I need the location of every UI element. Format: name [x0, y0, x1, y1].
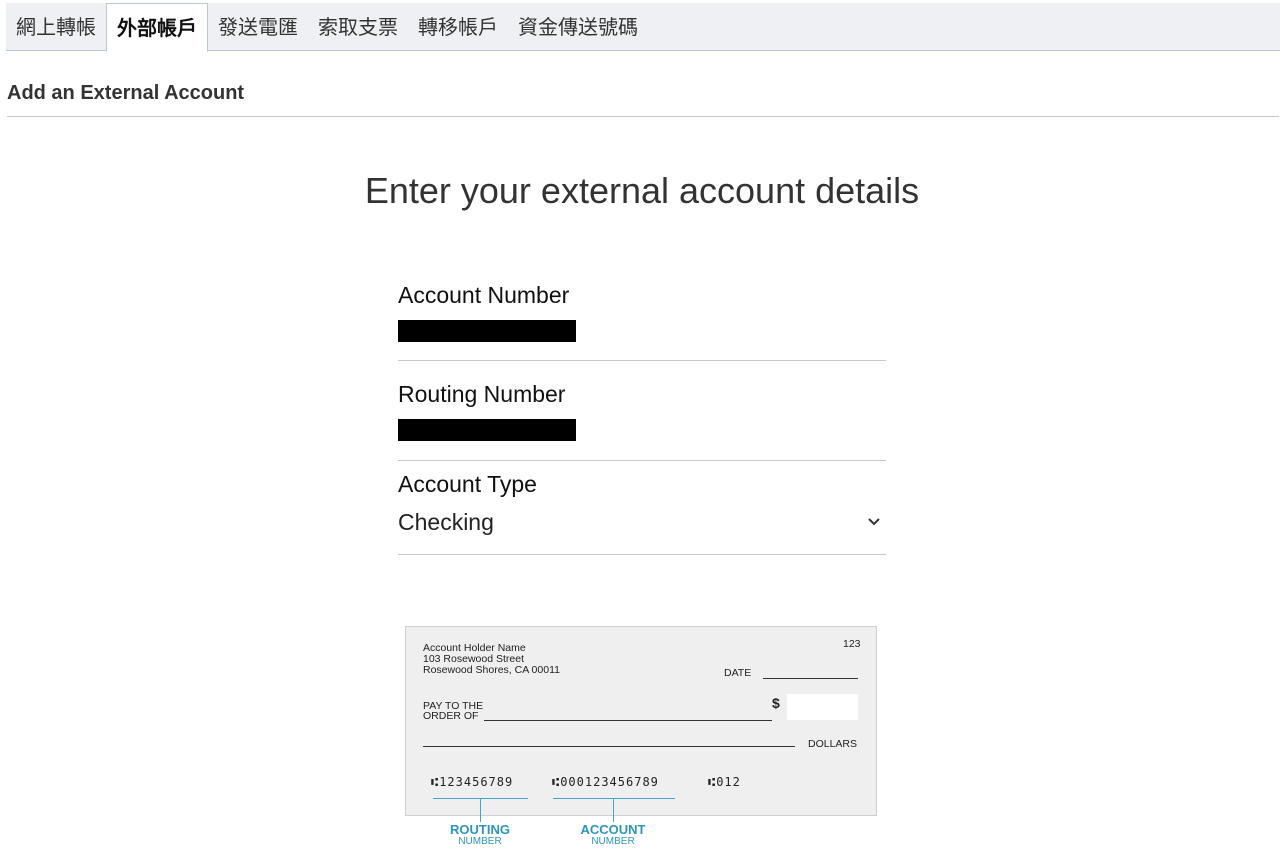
check-date-line [763, 678, 858, 679]
check-pay-to-line2: ORDER OF [423, 710, 479, 722]
chevron-down-icon[interactable] [866, 514, 882, 530]
routing-number-label: Routing Number [398, 381, 566, 407]
account-number-label: Account Number [398, 282, 570, 308]
account-type-value[interactable]: Checking [398, 509, 494, 536]
page-headline: Enter your external account details [364, 170, 920, 211]
routing-number-field[interactable]: Routing Number [398, 361, 886, 461]
tab-external-accounts[interactable]: 外部帳戶 [106, 3, 208, 52]
check-micr-check-number: ⑆012 [708, 775, 741, 789]
check-dollars-line [423, 746, 795, 747]
sample-check: Account Holder Name 103 Rosewood Street … [405, 626, 877, 816]
check-date-label: DATE [724, 667, 752, 679]
account-bracket-line [553, 798, 675, 799]
tab-transfer-account[interactable]: 轉移帳戶 [408, 3, 508, 51]
tab-request-check[interactable]: 索取支票 [308, 3, 408, 51]
routing-caption-main: ROUTING [450, 822, 510, 837]
check-payee-line [484, 720, 772, 721]
check-city: Rosewood Shores, CA 00011 [423, 664, 560, 676]
account-caption-main: ACCOUNT [580, 822, 646, 837]
check-micr-routing: ⑆123456789 [431, 775, 514, 789]
section-divider [7, 116, 1279, 117]
account-type-select[interactable]: Account Type Checking [398, 461, 886, 555]
section-title: Add an External Account [7, 82, 245, 104]
account-caption-sub: NUMBER [591, 836, 635, 847]
tab-send-wire[interactable]: 發送電匯 [208, 3, 308, 51]
account-type-label: Account Type [398, 471, 537, 497]
account-number-caption: ACCOUNT NUMBER [573, 822, 653, 848]
account-pointer-line [613, 798, 614, 822]
routing-caption-sub: NUMBER [458, 836, 502, 847]
check-amount-box [787, 694, 858, 720]
tab-online-transfer[interactable]: 網上轉帳 [6, 3, 106, 51]
tab-fund-transfer-number[interactable]: 資金傳送號碼 [508, 3, 648, 51]
account-number-redacted-value[interactable] [398, 320, 576, 342]
check-illustration: Account Holder Name 103 Rosewood Street … [405, 626, 879, 856]
check-dollar-sign: $ [772, 695, 780, 711]
check-dollars-label: DOLLARS [808, 738, 858, 750]
routing-number-redacted-value[interactable] [398, 419, 576, 441]
routing-pointer-line [480, 798, 481, 822]
tab-bar: 網上轉帳 外部帳戶 發送電匯 索取支票 轉移帳戶 資金傳送號碼 [6, 3, 1280, 52]
account-number-field[interactable]: Account Number [398, 270, 886, 361]
routing-number-caption: ROUTING NUMBER [440, 822, 520, 848]
check-number: 123 [843, 638, 861, 650]
check-micr-account: ⑆000123456789 [552, 775, 659, 789]
